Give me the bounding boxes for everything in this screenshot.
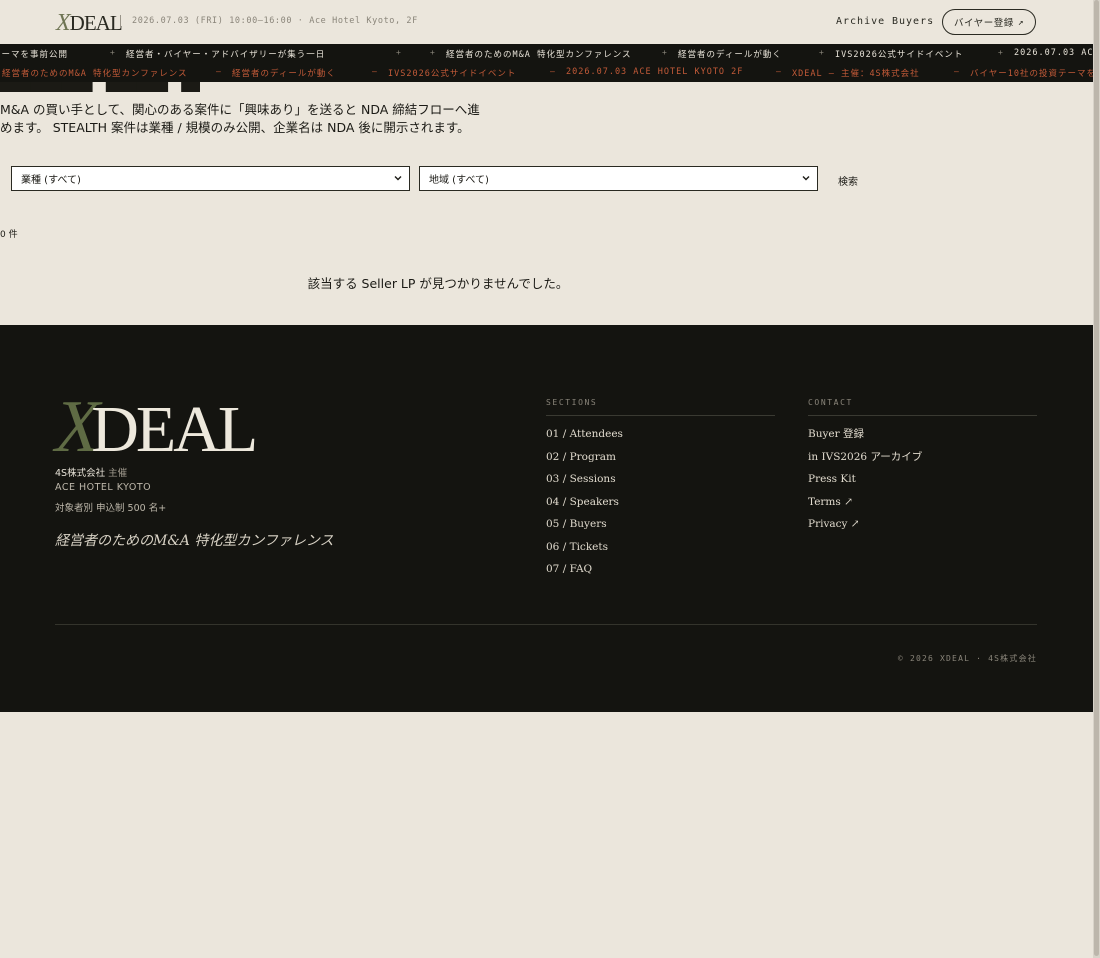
buyer-register-label: バイヤー登録 (954, 18, 1014, 29)
ticker-dash: — (954, 67, 959, 76)
intro-text: M&A の買い手として、関心のある案件に「興味あり」を送ると NDA 締結フロー… (0, 102, 480, 135)
event-info: 2026.07.03 (FRI) 10:00–16:00 · Ace Hotel… (132, 16, 418, 26)
footer-logo[interactable]: XDEAL (55, 390, 258, 464)
footer-link-terms[interactable]: Terms ↗ (808, 495, 922, 518)
page-scrollbar[interactable] (1093, 0, 1100, 958)
search-button[interactable]: 検索 (838, 173, 858, 188)
footer-sections-divider (546, 415, 775, 416)
region-select-value: 地域 (すべて) (429, 175, 489, 186)
footer-link-buyers[interactable]: 05 / Buyers (546, 517, 623, 540)
ticker-item: XDEAL — 主催：4S株式会社 (792, 69, 920, 79)
footer-contact-divider (808, 415, 1037, 416)
footer-link-faq[interactable]: 07 / FAQ (546, 562, 623, 585)
footer-sections-heading: SECTIONS (546, 398, 598, 407)
footer-host-label: 主催 (108, 468, 128, 479)
site-footer: XDEAL 4S株式会社 主催 ACE HOTEL KYOTO 対象者別 申込制… (0, 325, 1093, 712)
footer-contact-heading: CONTACT (808, 398, 853, 407)
footer-link-privacy[interactable]: Privacy ↗ (808, 517, 922, 540)
industry-select[interactable]: 業種 (すべて) (11, 166, 410, 191)
footer-link-ivs-archive[interactable]: in IVS2026 アーカイブ (808, 450, 922, 473)
footer-link-program[interactable]: 02 / Program (546, 450, 623, 473)
ticker-item: バイヤー10社の投資テーマを事 (970, 69, 1093, 79)
footer-divider (55, 624, 1037, 625)
chevron-down-icon (394, 176, 402, 181)
ticker-dot: + (998, 48, 1003, 57)
page-heading-clipped: ▆▆▆ ▆▆ ▆▆ (0, 82, 200, 92)
ticker-item: テーマを事前公開 (0, 50, 69, 60)
footer-link-speakers[interactable]: 04 / Speakers (546, 495, 623, 518)
footer-capacity: 対象者別 申込制 500 名+ (55, 503, 167, 514)
ticker-dot: + (662, 48, 667, 57)
ticker-item: 2026.07.03 ACE (1014, 48, 1093, 58)
arrow-up-right-icon: ↗ (1017, 16, 1024, 28)
ticker-dash: — (372, 67, 377, 76)
ticker-dot: + (110, 48, 115, 57)
footer-sections-list: 01 / Attendees 02 / Program 03 / Session… (546, 427, 623, 585)
ticker-item: 経営者のディールが動く (232, 69, 336, 79)
ticker-item: 経営者のディールが動く (678, 50, 782, 60)
header-divider (120, 15, 121, 28)
nav-archive-link[interactable]: Archive (836, 16, 885, 27)
footer-link-buyer-register[interactable]: Buyer 登録 (808, 427, 922, 450)
footer-tagline: 経営者のためのM&A 特化型カンファレンス (55, 533, 334, 549)
ticker-dash: — (776, 67, 781, 76)
site-header: XDEAL 2026.07.03 (FRI) 10:00–16:00 · Ace… (0, 0, 1093, 44)
scrollbar-thumb[interactable] (1094, 0, 1099, 956)
region-select[interactable]: 地域 (すべて) (419, 166, 818, 191)
ticker-dash: — (216, 67, 221, 76)
ticker-item: 2026.07.03 ACE HOTEL KYOTO 2F (566, 67, 744, 77)
footer-host-name: 4S株式会社 (55, 468, 106, 479)
footer-link-press-kit[interactable]: Press Kit (808, 472, 922, 495)
ticker-item: 経営者・バイヤー・アドバイザリーが集う一日 (126, 50, 326, 60)
footer-link-sessions[interactable]: 03 / Sessions (546, 472, 623, 495)
industry-select-value: 業種 (すべて) (21, 175, 81, 186)
ticker-item: IVS2026公式サイドイベント (835, 50, 964, 60)
header-logo-text: DEAL (69, 11, 123, 35)
empty-state-message: 該当する Seller LP が見つかりませんでした。 (307, 276, 569, 291)
ticker-item: IVS2026公式サイドイベント (388, 69, 517, 79)
result-count: 0 件 (0, 230, 18, 240)
ticker-top: テーマを事前公開 + 経営者・バイヤー・アドバイザリーが集う一日 + + 経営者… (0, 44, 1093, 63)
ticker-item: 経営者のためのM&A 特化型カンファレンス (2, 69, 188, 79)
footer-link-attendees[interactable]: 01 / Attendees (546, 427, 623, 450)
ticker-dot: + (396, 48, 401, 57)
ticker-item: 経営者のためのM&A 特化型カンファレンス (446, 50, 632, 60)
footer-copyright: © 2026 XDEAL · 4S株式会社 (897, 654, 1037, 663)
buyer-register-button[interactable]: バイヤー登録 ↗ (942, 9, 1036, 35)
footer-link-tickets[interactable]: 06 / Tickets (546, 540, 623, 563)
ticker-dot: + (430, 48, 435, 57)
footer-host: 4S株式会社 主催 (55, 465, 127, 479)
nav-buyers-link[interactable]: Buyers (892, 16, 934, 27)
chevron-down-icon (802, 176, 810, 181)
header-logo[interactable]: XDEAL (56, 10, 123, 37)
ticker-bottom: 経営者のためのM&A 特化型カンファレンス — 経営者のディールが動く — IV… (0, 63, 1093, 82)
ticker-dash: — (550, 67, 555, 76)
footer-venue: ACE HOTEL KYOTO (55, 482, 152, 493)
ticker-dot: + (819, 48, 824, 57)
footer-contact-list: Buyer 登録 in IVS2026 アーカイブ Press Kit Term… (808, 427, 922, 540)
